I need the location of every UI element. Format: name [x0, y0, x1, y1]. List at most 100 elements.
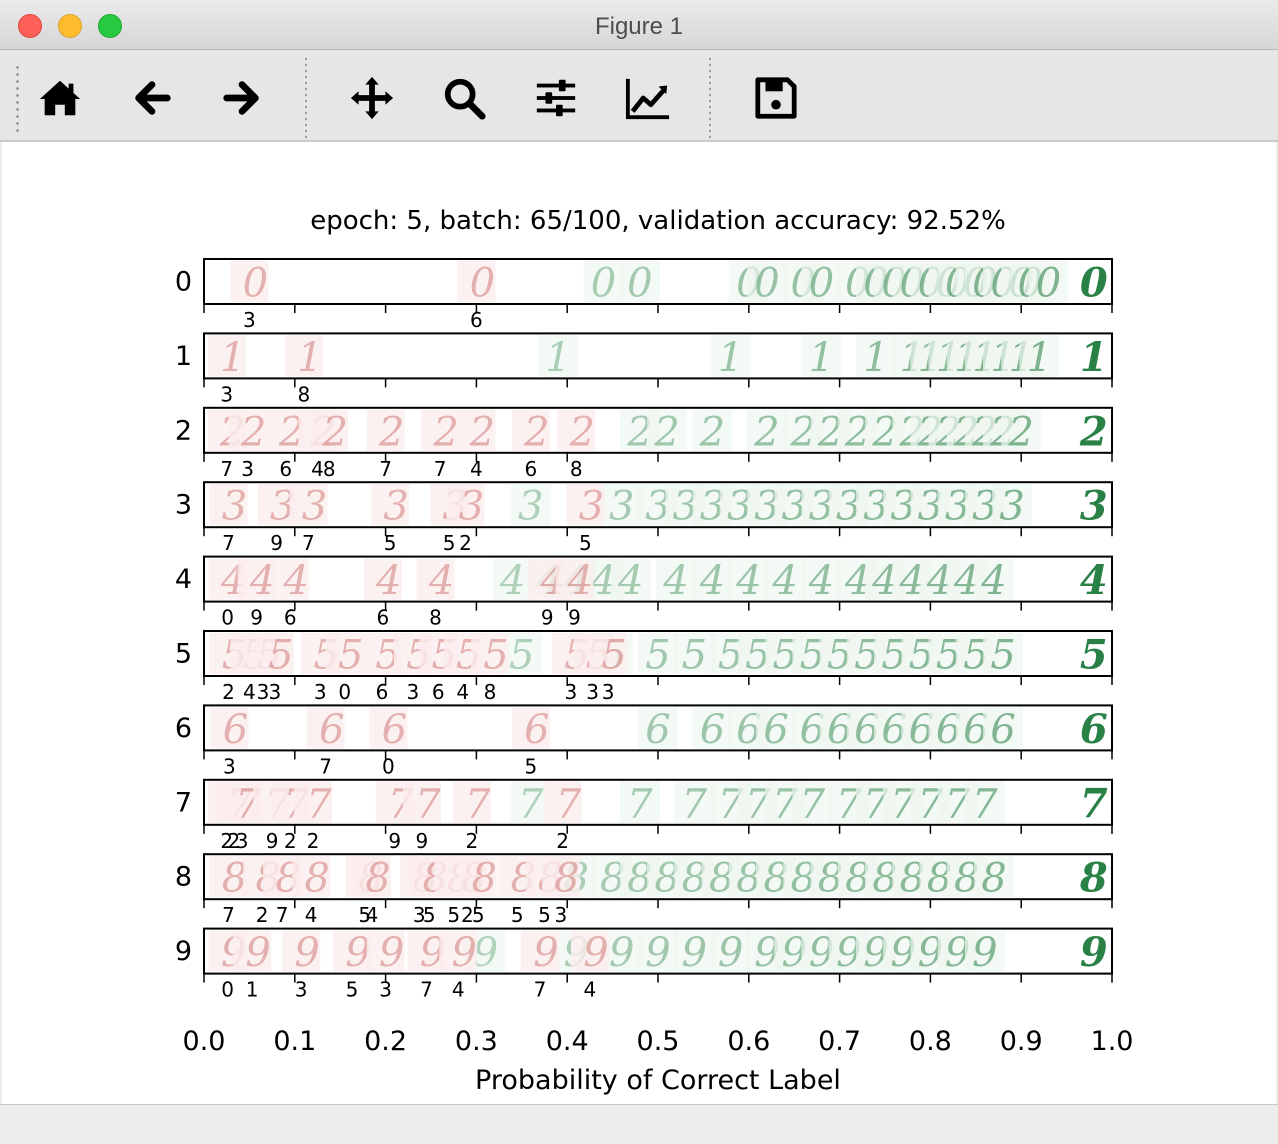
misclassified-sample-digit: 6: [223, 707, 248, 753]
chart-figure: epoch: 5, batch: 65/100, validation accu…: [175, 206, 1134, 1096]
predicted-label: 4: [305, 903, 318, 927]
digit-row: 77777777777777772727379727279797272: [175, 778, 1113, 853]
predicted-label: 3: [602, 680, 615, 704]
misclassified-sample-digit: 8: [471, 856, 496, 902]
x-tick-label: 0.0: [183, 1026, 226, 1057]
correct-sample-digit: 4: [1080, 557, 1108, 604]
toolbar-grip[interactable]: [16, 64, 19, 134]
correct-sample-digit: 3: [1080, 483, 1108, 530]
line-chart-icon: [625, 78, 670, 120]
predicted-label: 9: [270, 531, 283, 555]
back-button[interactable]: [128, 74, 176, 122]
zoom-button[interactable]: [440, 74, 488, 122]
predicted-label: 9: [266, 829, 279, 853]
predicted-label: 3: [223, 754, 236, 778]
save-button[interactable]: [752, 74, 800, 122]
predicted-label: 4: [243, 680, 256, 704]
predicted-label: 1: [246, 978, 259, 1002]
misclassified-sample-digit: 7: [556, 781, 582, 827]
predicted-label: 3: [236, 829, 249, 853]
correct-sample-digit: 0: [1080, 260, 1108, 307]
predicted-label: 6: [525, 457, 538, 481]
subplots-button[interactable]: [532, 74, 580, 122]
predicted-label: 5: [472, 903, 485, 927]
correct-sample-digit: 1: [1027, 335, 1052, 381]
row-label: 2: [175, 415, 192, 446]
correct-sample-digit: 4: [735, 558, 761, 604]
correct-sample-digit: 9: [1080, 929, 1108, 976]
predicted-label: 2: [256, 903, 269, 927]
x-tick-label: 0.7: [818, 1026, 861, 1057]
row-label: 6: [175, 713, 192, 744]
misclassified-sample-digit: 9: [294, 930, 319, 976]
predicted-label: 0: [221, 978, 234, 1002]
predicted-label: 0: [221, 606, 234, 630]
predicted-label: 4: [366, 903, 379, 927]
misclassified-sample-digit: 5: [483, 633, 508, 679]
misclassified-sample-digit: 2: [322, 409, 348, 455]
correct-sample-digit: 3: [609, 484, 634, 530]
misclassified-sample-digit: 4: [428, 558, 454, 604]
predicted-label: 6: [432, 680, 445, 704]
misclassified-sample-digit: 3: [459, 484, 484, 530]
correct-sample-digit: 5: [645, 633, 670, 679]
predicted-label: 5: [443, 531, 456, 555]
predicted-label: 7: [222, 531, 235, 555]
misclassified-sample-digit: 2: [523, 409, 549, 455]
misclassified-sample-digit: 8: [554, 856, 579, 902]
misclassified-sample-digit: 7: [306, 781, 332, 827]
misclassified-sample-digit: 5: [601, 633, 626, 679]
misclassified-sample-digit: 6: [319, 707, 344, 753]
misclassified-sample-digit: 9: [533, 930, 558, 976]
misclassified-sample-digit: 9: [379, 930, 404, 976]
home-button[interactable]: [36, 74, 84, 122]
floppy-disk-icon: [755, 77, 797, 119]
forward-button[interactable]: [218, 74, 266, 122]
misclassified-sample-digit: 4: [375, 558, 401, 604]
predicted-label: 9: [541, 606, 554, 630]
window-titlebar: Figure 1: [0, 0, 1278, 50]
predicted-label: 3: [243, 308, 256, 332]
predicted-label: 7: [302, 531, 315, 555]
predicted-label: 5: [579, 531, 592, 555]
misclassified-sample-digit: 2: [378, 409, 404, 455]
predicted-label: 8: [570, 457, 583, 481]
misclassified-sample-digit: 4: [567, 558, 593, 604]
x-tick-label: 0.6: [727, 1026, 770, 1057]
correct-sample-digit: 1: [863, 335, 888, 381]
misclassified-sample-digit: 2: [240, 409, 266, 455]
correct-sample-digit: 4: [980, 558, 1006, 604]
misclassified-sample-digit: 3: [383, 484, 408, 530]
correct-sample-digit: 7: [1080, 780, 1108, 827]
misclassified-sample-digit: 4: [283, 558, 309, 604]
correct-sample-digit: 6: [763, 707, 788, 753]
misclassified-sample-digit: 1: [297, 335, 322, 381]
x-tick-label: 0.1: [273, 1026, 316, 1057]
predicted-label: 5: [447, 903, 460, 927]
row-label: 4: [175, 564, 192, 595]
x-tick-label: 1.0: [1091, 1026, 1134, 1057]
predicted-label: 3: [268, 680, 281, 704]
arrow-left-icon: [135, 81, 171, 115]
edit-axes-button[interactable]: [624, 74, 672, 122]
row-label: 0: [175, 267, 192, 298]
home-icon: [39, 80, 81, 116]
correct-sample-digit: 3: [999, 484, 1024, 530]
predicted-label: 4: [452, 978, 465, 1002]
misclassified-sample-digit: 2: [569, 409, 595, 455]
correct-sample-digit: 2: [753, 409, 779, 455]
correct-sample-digit: 1: [718, 335, 743, 381]
correct-sample-digit: 7: [682, 781, 708, 827]
misclassified-sample-digit: 3: [222, 484, 247, 530]
move-icon: [350, 76, 394, 120]
misclassified-sample-digit: 7: [465, 781, 491, 827]
x-tick-label: 0.3: [455, 1026, 498, 1057]
predicted-label: 3: [295, 978, 308, 1002]
figure-canvas[interactable]: epoch: 5, batch: 65/100, validation accu…: [2, 142, 1276, 1104]
predicted-label: 4: [584, 978, 597, 1002]
x-tick-label: 0.8: [909, 1026, 952, 1057]
x-axis-label: Probability of Correct Label: [475, 1065, 841, 1096]
correct-sample-digit: 0: [809, 261, 834, 307]
pan-button[interactable]: [348, 74, 396, 122]
predicted-label: 6: [279, 457, 292, 481]
